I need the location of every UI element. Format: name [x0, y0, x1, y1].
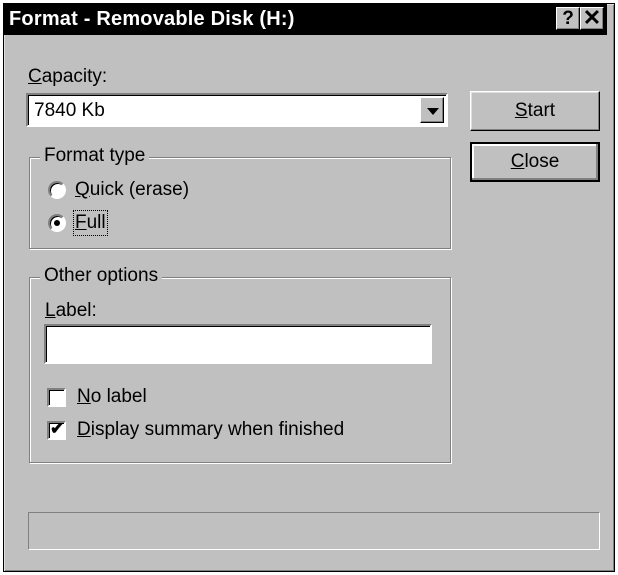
- full-label[interactable]: Full: [73, 210, 108, 236]
- capacity-value: 7840 Kb: [34, 100, 105, 121]
- capacity-label: Capacity:: [28, 66, 108, 87]
- other-options-legend: Other options: [40, 265, 163, 287]
- quick-erase-radio[interactable]: [48, 181, 66, 199]
- format-type-legend: Format type: [40, 145, 150, 167]
- quick-erase-label[interactable]: Quick (erase): [75, 179, 189, 201]
- label-field-label: Label:: [45, 300, 97, 321]
- display-summary-checkbox[interactable]: ✔: [47, 419, 66, 440]
- label-input[interactable]: [44, 324, 432, 364]
- help-button[interactable]: ?: [556, 7, 580, 30]
- display-summary-text[interactable]: Display summary when finished: [77, 419, 344, 441]
- no-label-checkbox[interactable]: [47, 388, 66, 407]
- no-label-text[interactable]: No label: [77, 386, 147, 408]
- progress-status-bar: [28, 512, 600, 550]
- capacity-select[interactable]: 7840 Kb: [26, 93, 448, 127]
- start-button[interactable]: Start: [470, 91, 600, 131]
- chevron-down-icon[interactable]: [420, 97, 444, 123]
- close-button[interactable]: Close: [470, 142, 600, 182]
- window-title: Format - Removable Disk (H:): [9, 8, 295, 30]
- title-bar: Format - Removable Disk (H:) ? ✕: [3, 3, 607, 35]
- close-icon[interactable]: ✕: [580, 7, 604, 30]
- checkmark-icon: ✔: [50, 419, 65, 438]
- format-type-group: Format type: [29, 145, 451, 249]
- full-radio[interactable]: [48, 214, 66, 232]
